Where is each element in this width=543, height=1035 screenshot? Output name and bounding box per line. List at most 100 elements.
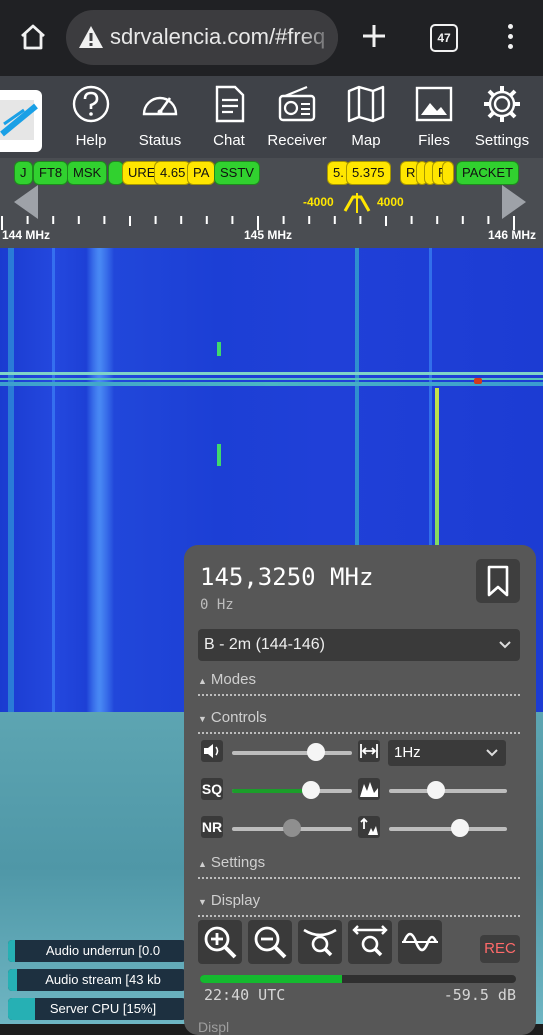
squelch-slider-fill (232, 789, 312, 793)
nav-settings-label: Settings (474, 132, 530, 149)
chevron-down-icon (499, 641, 511, 649)
zoom-out-icon (254, 926, 287, 959)
record-button[interactable]: REC (480, 935, 520, 963)
expanded-triangle-icon: ▼ (198, 714, 207, 724)
frequency-offset: 0 Hz (200, 597, 234, 613)
url-text: sdrvalencia.com/#freq (110, 24, 326, 49)
waveform-icon (402, 932, 438, 952)
agc-icon (360, 782, 378, 797)
section-divider (198, 915, 520, 917)
zoom-band-icon (303, 928, 337, 957)
nav-map-button[interactable]: Map (331, 84, 401, 154)
tuning-step-select[interactable]: 1Hz (388, 740, 506, 766)
audio-stream-bar: Audio stream [43 kb (8, 969, 186, 991)
modes-section-toggle[interactable]: ▲ Modes (198, 671, 520, 696)
frequency-display[interactable]: 145,3250 MHz (200, 563, 373, 591)
zoom-out-button[interactable] (248, 920, 292, 964)
tuning-step-icon-button (358, 740, 380, 762)
nav-status-button[interactable]: Status (125, 84, 195, 154)
bookmark-button[interactable] (476, 559, 520, 603)
bookmark-marker[interactable]: PA (187, 161, 216, 185)
bookmark-marker-stack[interactable] (442, 161, 454, 185)
modes-section-label: Modes (210, 671, 256, 688)
browser-menu-icon[interactable] (505, 24, 515, 50)
nav-chat-button[interactable]: Chat (194, 84, 264, 154)
zoom-in-button[interactable] (198, 920, 242, 964)
scale-label-start: 144 MHz (2, 228, 51, 242)
map-icon (347, 85, 385, 123)
nav-status-label: Status (138, 132, 182, 149)
signal-meter-fill (200, 975, 343, 983)
volume-slider[interactable] (232, 743, 352, 761)
warning-icon[interactable] (78, 25, 104, 49)
agc-icon-button[interactable] (358, 778, 380, 800)
collapsed-triangle-icon: ▲ (198, 676, 207, 686)
bookmark-marker[interactable]: 5.375 (346, 161, 391, 185)
volume-mute-button[interactable] (201, 740, 223, 762)
url-fade (298, 10, 338, 65)
receiver-logo[interactable] (0, 90, 42, 152)
gain-slider-knob[interactable] (450, 819, 469, 837)
gauge-icon (142, 96, 178, 116)
chevron-down-icon (486, 749, 498, 757)
server-cpu-text: Server CPU [15%] (49, 1001, 157, 1016)
collapsed-triangle-icon: ▲ (198, 859, 207, 869)
filter-low-label: -4000 (303, 195, 334, 209)
settings-section-toggle[interactable]: ▲ Settings (198, 854, 520, 879)
filter-high-label: 4000 (377, 195, 404, 209)
agc-slider[interactable] (389, 781, 507, 799)
display-section-toggle[interactable]: ▼ Display (198, 892, 520, 917)
step-width-icon (360, 744, 378, 758)
controls-section-toggle[interactable]: ▼ Controls (198, 709, 520, 734)
home-icon[interactable] (18, 22, 48, 52)
nav-help-button[interactable]: Help (56, 84, 126, 154)
audio-underrun-bar: Audio underrun [0.0 (8, 940, 186, 962)
signal-level-db: -59.5 dB (443, 986, 516, 1004)
volume-slider-knob[interactable] (307, 743, 325, 761)
gain-icon-button[interactable] (358, 816, 380, 838)
squelch-toggle[interactable]: SQ (201, 778, 223, 800)
agc-slider-knob[interactable] (427, 781, 446, 799)
squelch-slider[interactable] (232, 781, 352, 799)
speaker-icon (204, 744, 219, 758)
zoom-reset-icon (352, 925, 388, 957)
next-section-label: Displ (198, 1019, 230, 1035)
controls-section-label: Controls (210, 709, 267, 726)
bookmark-marker[interactable]: PACKET (456, 161, 520, 185)
noise-reduction-toggle[interactable]: NR (201, 816, 223, 838)
section-divider (198, 732, 520, 734)
noise-reduction-slider-knob[interactable] (283, 819, 301, 837)
tab-switcher-button[interactable]: 47 (430, 24, 458, 52)
browser-toolbar: sdrvalencia.com/#freq 47 (0, 0, 543, 76)
gain-slider[interactable] (389, 819, 507, 837)
gear-icon (484, 86, 520, 122)
zoom-in-icon (204, 926, 237, 959)
tuning-step-value: 1Hz (394, 744, 421, 761)
filter-passband-icon[interactable] (343, 193, 371, 213)
zoom-to-band-button[interactable] (298, 920, 342, 964)
chat-icon (215, 85, 245, 123)
gain-adjust-icon (360, 817, 378, 835)
bookmark-marker[interactable]: 4.65 (154, 161, 192, 185)
nav-files-button[interactable]: Files (399, 84, 469, 154)
bookmark-marker[interactable]: SSTV (214, 161, 260, 185)
noise-reduction-slider[interactable] (232, 819, 352, 837)
address-bar[interactable]: sdrvalencia.com/#freq (66, 10, 338, 65)
new-tab-icon[interactable] (360, 22, 388, 50)
profile-select[interactable]: B - 2m (144-146) (198, 629, 520, 661)
spectrum-toggle-button[interactable] (398, 920, 442, 964)
nav-map-label: Map (351, 132, 381, 149)
server-cpu-bar: Server CPU [15%] (8, 998, 186, 1020)
section-divider (198, 877, 520, 879)
bookmark-marker[interactable]: J (14, 161, 33, 185)
nav-settings-button[interactable]: Settings (467, 84, 537, 154)
nav-files-label: Files (418, 132, 450, 149)
zoom-reset-button[interactable] (348, 920, 392, 964)
bookmark-marker[interactable]: MSK (67, 161, 108, 185)
nav-receiver-button[interactable]: Receiver (262, 84, 332, 154)
audio-underrun-text: Audio underrun [0.0 (45, 943, 161, 958)
bookmark-marker[interactable]: FT8 (33, 161, 69, 185)
settings-section-label: Settings (210, 854, 266, 871)
squelch-slider-knob[interactable] (302, 781, 321, 799)
utc-clock: 22:40 UTC (204, 986, 286, 1004)
